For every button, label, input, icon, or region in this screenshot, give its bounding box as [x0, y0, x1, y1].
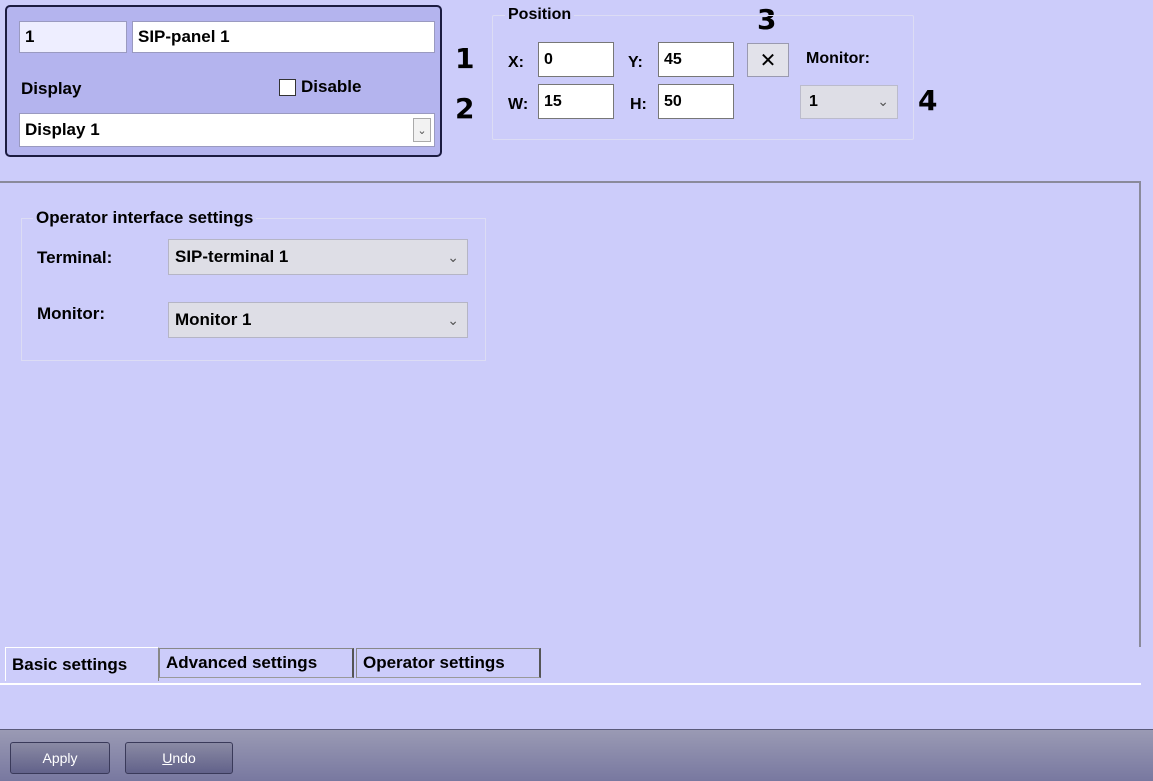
tab-label: Advanced settings [166, 653, 318, 672]
position-monitor-value: 1 [809, 93, 818, 110]
object-identity-panel: 1 SIP-panel 1 Display Disable Display 1 … [5, 5, 442, 157]
apply-button[interactable]: Apply [10, 742, 110, 774]
w-label: W: [508, 96, 529, 113]
position-group [492, 15, 914, 140]
operator-monitor-label: Monitor: [37, 304, 105, 323]
display-select[interactable]: Display 1 ⌄ [19, 113, 435, 147]
checkbox-icon[interactable] [279, 78, 296, 96]
id-input[interactable]: 1 [19, 21, 127, 53]
reset-position-button[interactable]: ✕ [747, 43, 789, 77]
position-title: Position [505, 6, 575, 24]
chevron-down-icon: ⌄ [447, 249, 459, 265]
chevron-down-icon[interactable]: ⌄ [413, 118, 431, 142]
chevron-down-icon: ⌄ [447, 312, 459, 328]
close-icon: ✕ [759, 49, 777, 72]
w-input[interactable]: 15 [538, 84, 614, 119]
h-label: H: [630, 96, 647, 113]
display-value: Display 1 [25, 120, 100, 139]
y-value: 45 [664, 50, 682, 68]
h-input[interactable]: 50 [658, 84, 734, 119]
tab-advanced-settings[interactable]: Advanced settings [159, 648, 354, 678]
operator-monitor-value: Monitor 1 [175, 310, 252, 329]
h-value: 50 [664, 92, 682, 110]
disable-label: Disable [301, 77, 362, 96]
name-value: SIP-panel 1 [138, 27, 230, 46]
tab-strip-divider [0, 683, 1141, 685]
tab-label: Basic settings [12, 654, 128, 674]
w-value: 15 [544, 92, 562, 110]
operator-monitor-select[interactable]: Monitor 1 ⌄ [168, 302, 468, 338]
callout-4: 4 [918, 84, 938, 117]
undo-label: Undo [162, 750, 196, 766]
position-monitor-select[interactable]: 1 ⌄ [800, 85, 898, 119]
disable-checkbox[interactable]: Disable [279, 77, 361, 97]
callout-2: 2 [455, 92, 475, 125]
chevron-down-icon: ⌄ [877, 93, 889, 109]
id-value: 1 [25, 27, 35, 46]
name-input[interactable]: SIP-panel 1 [132, 21, 435, 53]
display-label: Display [21, 79, 82, 98]
tab-label: Operator settings [363, 653, 505, 672]
callout-1: 1 [455, 42, 475, 75]
terminal-select[interactable]: SIP-terminal 1 ⌄ [168, 239, 468, 275]
x-input[interactable]: 0 [538, 42, 614, 77]
y-input[interactable]: 45 [658, 42, 734, 77]
apply-label: Apply [42, 750, 78, 766]
tab-basic-settings[interactable]: Basic settings [5, 647, 159, 681]
terminal-label: Terminal: [37, 248, 113, 267]
position-monitor-label: Monitor: [806, 50, 870, 67]
x-value: 0 [544, 50, 553, 68]
y-label: Y: [628, 54, 643, 71]
x-label: X: [508, 54, 524, 71]
operator-interface-title: Operator interface settings [33, 208, 257, 228]
undo-button[interactable]: Undo [125, 742, 233, 774]
terminal-value: SIP-terminal 1 [175, 247, 289, 266]
tab-operator-settings[interactable]: Operator settings [356, 648, 541, 678]
